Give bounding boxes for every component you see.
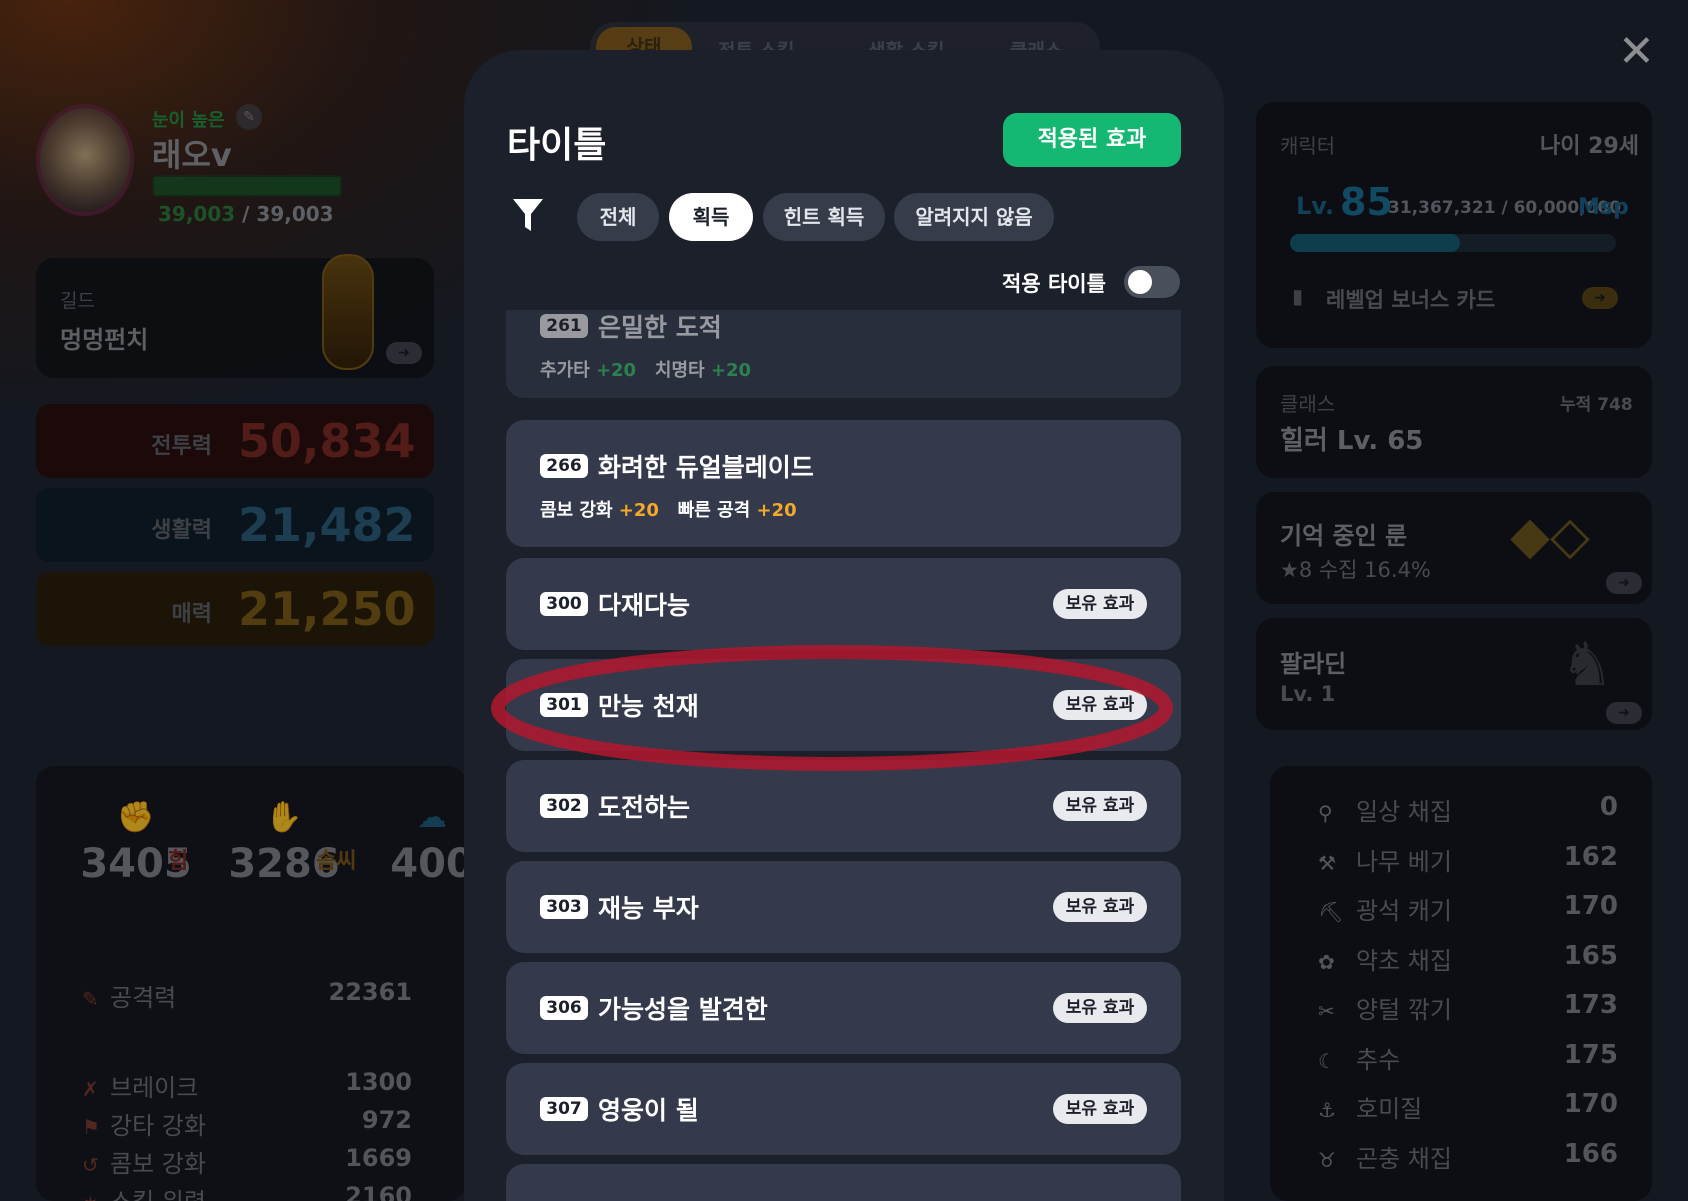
owned-effect-badge[interactable]: 보유 효과 [1053,791,1147,821]
toggle-knob [1128,270,1152,294]
effect-bonus: +20 [618,500,659,521]
effect-bonus: +20 [595,360,637,381]
title-item[interactable]: 261 은밀한 도적 추가타 +20 치명타 +20 [506,310,1181,398]
title-number: 300 [540,592,588,616]
owned-effect-badge[interactable]: 보유 효과 [1053,892,1147,922]
tab-all[interactable]: 전체 [577,193,659,241]
title-item[interactable]: 302 도전하는 보유 효과 [506,760,1181,852]
tab-unknown[interactable]: 알려지지 않음 [894,193,1054,241]
title-effects: 콤보 강화 +20 빠른 공격 +20 [540,496,797,522]
title-effects: 추가타 +20 치명타 +20 [540,356,751,382]
title-name: 화려한 듀얼블레이드 [598,453,814,482]
filter-icon[interactable] [512,197,544,233]
title-item[interactable]: 307 영웅이 될 보유 효과 [506,1063,1181,1155]
title-name: 가능성을 발견한 [598,995,768,1024]
owned-effect-badge[interactable]: 보유 효과 [1053,993,1147,1023]
title-item[interactable]: 300 다재다능 보유 효과 [506,558,1181,650]
modal-title: 타이틀 [507,125,607,166]
title-item[interactable]: 306 가능성을 발견한 보유 효과 [506,962,1181,1054]
title-item[interactable]: 266 화려한 듀얼블레이드콤보 강화 +20 빠른 공격 +20 [506,420,1181,547]
highlight-circle [491,645,1173,771]
effect-name: 콤보 강화 [540,500,619,521]
owned-effect-badge[interactable]: 보유 효과 [1053,1094,1147,1124]
effect-name: 치명타 [654,360,711,381]
owned-effect-badge[interactable]: 보유 효과 [1053,589,1147,619]
title-item[interactable] [506,1164,1181,1201]
tab-hint-acquired[interactable]: 힌트 획득 [763,193,885,241]
title-name: 도전하는 [598,793,691,822]
title-number: 306 [540,996,588,1020]
title-number: 261 [540,314,588,338]
effect-bonus: +20 [756,500,797,521]
title-number: 302 [540,794,588,818]
applied-title-toggle[interactable] [1124,266,1180,298]
effect-name: 추가타 [540,360,596,381]
title-number: 307 [540,1097,588,1121]
applied-effects-button[interactable]: 적용된 효과 [1003,113,1181,167]
title-name: 영웅이 될 [598,1096,699,1125]
title-name: 재능 부자 [598,894,699,923]
title-name: 은밀한 도적 [598,313,722,342]
title-number: 303 [540,895,588,919]
title-item[interactable]: 303 재능 부자 보유 효과 [506,861,1181,953]
effect-name: 빠른 공격 [677,500,757,521]
effect-bonus: +20 [710,360,751,381]
applied-title-label: 적용 타이틀 [1002,272,1106,296]
title-name: 다재다능 [598,591,691,620]
tab-acquired[interactable]: 획득 [669,193,753,241]
title-number: 266 [540,454,588,478]
